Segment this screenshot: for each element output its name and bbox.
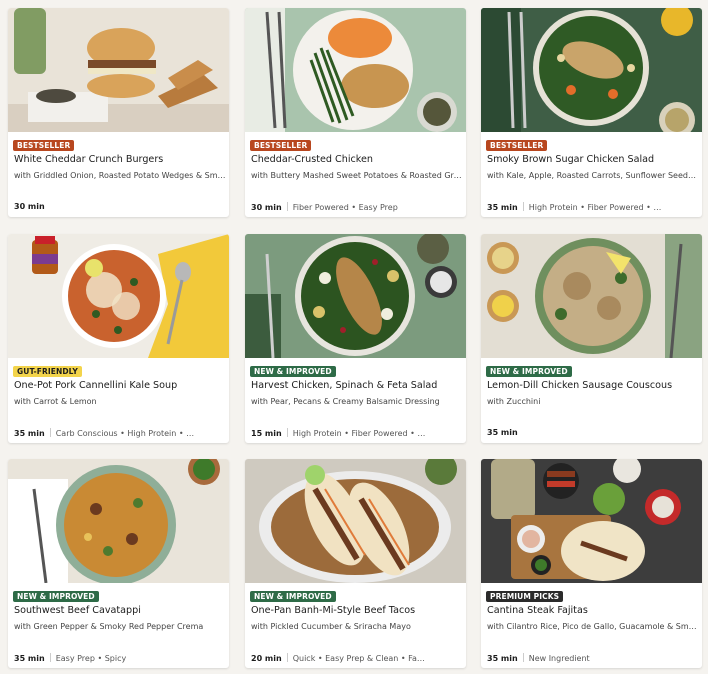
- recipe-image[interactable]: [481, 8, 702, 132]
- meta-divider: [522, 653, 524, 662]
- recipe-image[interactable]: [481, 459, 702, 583]
- recipe-subtitle: with Pickled Cucumber & Sriracha Mayo: [251, 622, 411, 631]
- recipe-subtitle: with Pear, Pecans & Creamy Balsamic Dres…: [251, 397, 440, 406]
- recipe-tags: High Protein • Fiber Powered • …: [528, 203, 662, 212]
- recipe-tags: Easy Prep • Spicy: [55, 654, 127, 663]
- recipe-meta: 30 min: [14, 202, 226, 211]
- meta-divider: [49, 653, 51, 662]
- recipe-subtitle: with Griddled Onion, Roasted Potato Wedg…: [14, 171, 226, 180]
- recipe-subtitle: with Green Pepper & Smoky Red Pepper Cre…: [14, 622, 204, 631]
- recipe-title[interactable]: Smoky Brown Sugar Chicken Salad: [487, 154, 697, 165]
- recipe-card[interactable]: PREMIUM PICKS Cantina Steak Fajitas with…: [481, 459, 702, 668]
- meta-divider: [286, 202, 288, 211]
- recipe-meta: 30 min Fiber Powered • Easy Prep: [251, 202, 463, 212]
- meta-divider: [49, 428, 51, 437]
- cook-time: 35 min: [487, 654, 518, 663]
- recipe-title[interactable]: Lemon-Dill Chicken Sausage Couscous: [487, 380, 697, 391]
- recipe-tags: New Ingredient: [528, 654, 590, 663]
- new-improved-badge: NEW & IMPROVED: [250, 591, 336, 602]
- cook-time: 30 min: [14, 202, 45, 211]
- recipe-meta: 35 min High Protein • Fiber Powered • …: [487, 202, 699, 212]
- recipe-image[interactable]: [8, 459, 229, 583]
- meta-divider: [522, 202, 524, 211]
- recipe-card[interactable]: NEW & IMPROVED Lemon-Dill Chicken Sausag…: [481, 234, 702, 443]
- new-improved-badge: NEW & IMPROVED: [13, 591, 99, 602]
- recipe-title[interactable]: Cheddar-Crusted Chicken: [251, 154, 461, 165]
- cook-time: 35 min: [487, 203, 518, 212]
- meta-divider: [286, 653, 288, 662]
- bestseller-badge: BESTSELLER: [486, 140, 548, 151]
- recipe-subtitle: with Zucchini: [487, 397, 541, 406]
- gut-friendly-badge: GUT-FRIENDLY: [13, 366, 82, 377]
- recipe-image[interactable]: [481, 234, 702, 358]
- recipe-card[interactable]: NEW & IMPROVED Harvest Chicken, Spinach …: [245, 234, 466, 443]
- recipe-meta: 20 min Quick • Easy Prep & Clean • Fa…: [251, 653, 463, 663]
- recipe-tags: Fiber Powered • Easy Prep: [292, 203, 398, 212]
- recipe-card[interactable]: GUT-FRIENDLY One-Pot Pork Cannellini Kal…: [8, 234, 229, 443]
- recipe-subtitle: with Buttery Mashed Sweet Potatoes & Roa…: [251, 171, 463, 180]
- bestseller-badge: BESTSELLER: [250, 140, 312, 151]
- recipe-card[interactable]: BESTSELLER White Cheddar Crunch Burgers …: [8, 8, 229, 217]
- bestseller-badge: BESTSELLER: [13, 140, 75, 151]
- meta-divider: [286, 428, 288, 437]
- recipe-subtitle: with Kale, Apple, Roasted Carrots, Sunfl…: [487, 171, 699, 180]
- recipe-image[interactable]: [245, 234, 466, 358]
- cook-time: 35 min: [14, 654, 45, 663]
- new-improved-badge: NEW & IMPROVED: [486, 366, 572, 377]
- recipe-meta: 15 min High Protein • Fiber Powered • …: [251, 428, 463, 438]
- cook-time: 15 min: [251, 429, 282, 438]
- recipe-card[interactable]: NEW & IMPROVED One-Pan Banh-Mi-Style Bee…: [245, 459, 466, 668]
- recipe-tags: Quick • Easy Prep & Clean • Fa…: [292, 654, 425, 663]
- new-improved-badge: NEW & IMPROVED: [250, 366, 336, 377]
- recipe-tags: Carb Conscious • High Protein • …: [55, 429, 195, 438]
- recipe-card[interactable]: BESTSELLER Cheddar-Crusted Chicken with …: [245, 8, 466, 217]
- cook-time: 30 min: [251, 203, 282, 212]
- cook-time: 35 min: [487, 428, 518, 437]
- recipe-image[interactable]: [8, 234, 229, 358]
- recipe-tags: High Protein • Fiber Powered • …: [292, 429, 426, 438]
- recipe-image[interactable]: [245, 459, 466, 583]
- premium-picks-badge: PREMIUM PICKS: [486, 591, 564, 602]
- recipe-image[interactable]: [8, 8, 229, 132]
- recipe-title[interactable]: White Cheddar Crunch Burgers: [14, 154, 224, 165]
- recipe-meta: 35 min Carb Conscious • High Protein • …: [14, 428, 226, 438]
- recipe-image[interactable]: [245, 8, 466, 132]
- recipe-card[interactable]: NEW & IMPROVED Southwest Beef Cavatappi …: [8, 459, 229, 668]
- recipe-meta: 35 min: [487, 428, 699, 437]
- recipe-title[interactable]: Southwest Beef Cavatappi: [14, 605, 224, 616]
- recipe-title[interactable]: One-Pan Banh-Mi-Style Beef Tacos: [251, 605, 461, 616]
- recipe-title[interactable]: Cantina Steak Fajitas: [487, 605, 697, 616]
- cook-time: 35 min: [14, 429, 45, 438]
- recipe-card[interactable]: BESTSELLER Smoky Brown Sugar Chicken Sal…: [481, 8, 702, 217]
- recipe-subtitle: with Carrot & Lemon: [14, 397, 97, 406]
- recipe-meta: 35 min Easy Prep • Spicy: [14, 653, 226, 663]
- recipe-meta: 35 min New Ingredient: [487, 653, 699, 663]
- recipe-title[interactable]: One-Pot Pork Cannellini Kale Soup: [14, 380, 224, 391]
- recipe-title[interactable]: Harvest Chicken, Spinach & Feta Salad: [251, 380, 461, 391]
- cook-time: 20 min: [251, 654, 282, 663]
- recipe-subtitle: with Cilantro Rice, Pico de Gallo, Guaca…: [487, 622, 697, 631]
